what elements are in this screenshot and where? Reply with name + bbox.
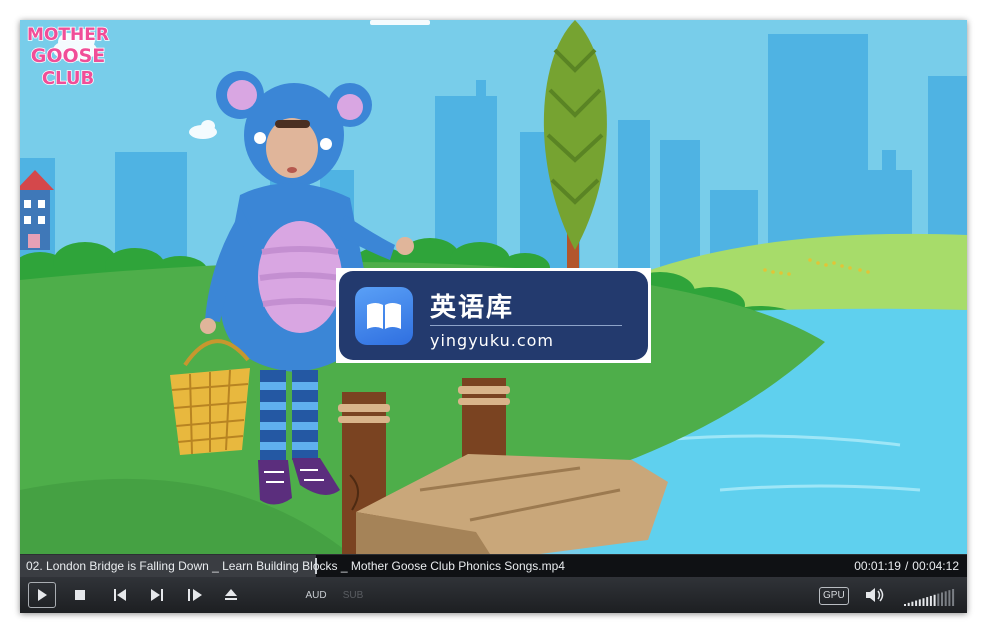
previous-button[interactable] xyxy=(110,583,130,607)
time-display: 00:01:19/00:04:12 xyxy=(854,559,959,573)
frame-step-icon xyxy=(188,589,202,601)
current-time: 00:01:19 xyxy=(854,559,901,573)
audio-track-button[interactable]: AUD xyxy=(304,583,328,607)
time-separator: / xyxy=(904,559,909,573)
volume-slider[interactable] xyxy=(904,588,956,606)
media-player-window: 英语库 yingyuku.com MOTHER GOOSE CLUB 02. L… xyxy=(20,20,967,613)
volume-bar xyxy=(915,600,918,606)
frame-step-button[interactable] xyxy=(184,583,206,607)
volume-bar xyxy=(907,602,910,606)
volume-bar xyxy=(937,593,940,606)
volume-bar xyxy=(944,591,947,606)
watermark-url: yingyuku.com xyxy=(430,331,554,350)
total-time: 00:04:12 xyxy=(912,559,959,573)
previous-icon xyxy=(114,589,126,601)
gpu-button[interactable]: GPU xyxy=(819,587,849,605)
mother-goose-club-logo: MOTHER GOOSE CLUB xyxy=(26,24,109,90)
control-bar: AUD SUB GPU xyxy=(20,577,967,613)
volume-bar xyxy=(952,589,955,606)
play-icon xyxy=(38,589,47,601)
stop-button[interactable] xyxy=(70,583,90,607)
svg-text:MOTHER: MOTHER xyxy=(27,25,109,45)
watermark-title: 英语库 xyxy=(430,293,515,323)
file-name: 02. London Bridge is Falling Down _ Lear… xyxy=(26,559,565,573)
speaker-icon xyxy=(866,588,884,602)
site-watermark: 英语库 yingyuku.com xyxy=(336,268,651,363)
svg-text:GOOSE: GOOSE xyxy=(31,45,106,67)
seek-bar[interactable]: 02. London Bridge is Falling Down _ Lear… xyxy=(20,554,967,577)
volume-bar xyxy=(922,598,925,606)
volume-bar xyxy=(926,597,929,606)
stop-icon xyxy=(75,590,85,600)
eject-icon xyxy=(225,589,237,600)
volume-bar xyxy=(933,594,936,606)
volume-bar xyxy=(929,595,932,606)
eject-button[interactable] xyxy=(220,583,242,607)
play-button[interactable] xyxy=(28,582,56,608)
book-icon xyxy=(355,287,413,345)
video-area[interactable]: 英语库 yingyuku.com MOTHER GOOSE CLUB xyxy=(20,20,967,554)
volume-bar xyxy=(911,601,914,606)
svg-text:CLUB: CLUB xyxy=(42,68,94,89)
watermark-badge: 英语库 yingyuku.com xyxy=(339,271,648,360)
volume-bar xyxy=(904,604,906,606)
subtitle-button[interactable]: SUB xyxy=(341,583,365,607)
next-icon xyxy=(151,589,163,601)
volume-bar xyxy=(948,590,951,606)
next-button[interactable] xyxy=(147,583,167,607)
volume-bar xyxy=(941,592,943,606)
mute-button[interactable] xyxy=(863,583,887,607)
volume-bar xyxy=(918,599,921,606)
watermark-divider xyxy=(430,325,622,326)
